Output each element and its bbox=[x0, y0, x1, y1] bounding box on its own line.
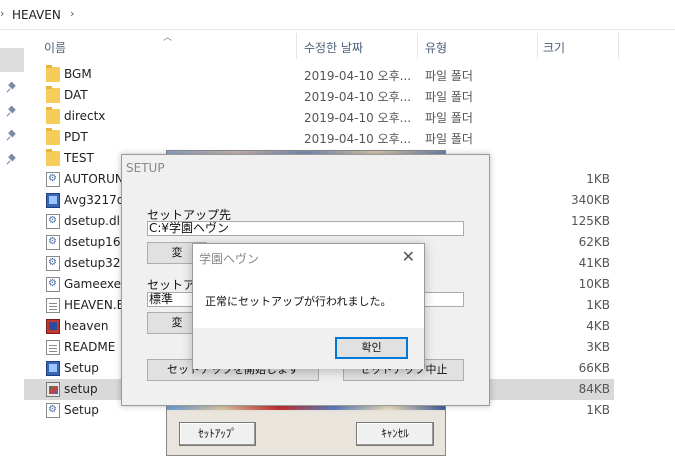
column-header-modified[interactable]: 수정한 날짜 bbox=[304, 39, 363, 56]
folder-icon bbox=[46, 128, 60, 145]
file-name: README bbox=[64, 340, 116, 354]
sort-ascending-icon: ︿ bbox=[163, 33, 173, 43]
message-box: 学園ヘヴン ✕ 正常にセットアップが行われました。 확인 bbox=[192, 243, 425, 369]
file-type: 파일 폴더 bbox=[425, 111, 473, 125]
file-size: 41KB bbox=[578, 256, 610, 270]
column-divider[interactable] bbox=[537, 33, 538, 59]
column-header-name[interactable]: 이름 bbox=[44, 39, 66, 56]
folder-icon bbox=[46, 107, 60, 124]
file-size: 3KB bbox=[586, 340, 610, 354]
file-name: directx bbox=[64, 109, 106, 123]
column-header-size[interactable]: 크기 bbox=[543, 39, 565, 56]
pin-icon bbox=[7, 107, 17, 117]
file-date: 2019-04-10 오후... bbox=[304, 132, 412, 146]
chevron-right-icon: › bbox=[70, 7, 75, 20]
folder-icon bbox=[46, 65, 60, 82]
document-icon bbox=[46, 298, 60, 313]
app-icon bbox=[46, 319, 60, 334]
file-type: 파일 폴더 bbox=[425, 69, 473, 83]
column-header-type[interactable]: 유형 bbox=[425, 39, 447, 56]
address-bar[interactable]: › HEAVEN › bbox=[0, 0, 675, 30]
file-name: AUTORUN bbox=[64, 172, 124, 186]
document-icon bbox=[46, 340, 60, 355]
settings-file-icon bbox=[46, 214, 60, 229]
pin-icon bbox=[7, 131, 17, 141]
setup-icon bbox=[46, 382, 60, 397]
nav-selected-item[interactable] bbox=[0, 48, 24, 72]
file-type: 파일 폴더 bbox=[425, 132, 473, 146]
file-row[interactable]: DAT 2019-04-10 오후... 파일 폴더 bbox=[24, 85, 614, 106]
file-size: 125KB bbox=[570, 214, 610, 228]
folder-icon bbox=[46, 86, 60, 103]
setup-destination-field[interactable]: C:¥学園ヘヴン bbox=[147, 221, 464, 236]
message-box-title: 学園ヘヴン bbox=[199, 252, 260, 266]
file-name: TEST bbox=[64, 151, 94, 165]
file-size: 1KB bbox=[586, 403, 610, 417]
file-size: 66KB bbox=[578, 361, 610, 375]
breadcrumb-folder[interactable]: HEAVEN bbox=[12, 8, 61, 22]
column-divider[interactable] bbox=[417, 33, 418, 59]
file-size: 1KB bbox=[586, 298, 610, 312]
file-name: Gameexe bbox=[64, 277, 122, 291]
launcher-cancel-button[interactable]: ｷｬﾝｾﾙ bbox=[356, 422, 434, 446]
settings-file-icon bbox=[46, 256, 60, 271]
launcher-setup-button[interactable]: ｾｯﾄｱｯﾌﾟ bbox=[179, 422, 256, 446]
navigation-pane bbox=[0, 30, 24, 476]
ok-button[interactable]: 확인 bbox=[335, 337, 408, 359]
exe-icon bbox=[46, 361, 60, 376]
file-name: HEAVEN.EI bbox=[64, 298, 128, 312]
file-date: 2019-04-10 오후... bbox=[304, 69, 412, 83]
file-name: setup bbox=[64, 382, 98, 396]
folder-icon bbox=[46, 149, 60, 166]
file-name: Avg3217d bbox=[64, 193, 125, 207]
file-row[interactable]: BGM 2019-04-10 오후... 파일 폴더 bbox=[24, 64, 614, 85]
file-name: heaven bbox=[64, 319, 109, 333]
file-date: 2019-04-10 오후... bbox=[304, 111, 412, 125]
pin-icon bbox=[7, 155, 17, 165]
settings-file-icon bbox=[46, 403, 60, 418]
chevron-right-icon: › bbox=[0, 7, 5, 20]
file-size: 10KB bbox=[578, 277, 610, 291]
file-date: 2019-04-10 오후... bbox=[304, 90, 412, 104]
file-name: Setup bbox=[64, 361, 99, 375]
file-type: 파일 폴더 bbox=[425, 90, 473, 104]
exe-icon bbox=[46, 193, 60, 208]
settings-file-icon bbox=[46, 277, 60, 292]
setup-dialog-title: SETUP bbox=[126, 161, 165, 175]
column-headers: 이름 수정한 날짜 유형 크기 bbox=[24, 33, 675, 59]
file-row[interactable]: directx 2019-04-10 오후... 파일 폴더 bbox=[24, 106, 614, 127]
file-name: Setup bbox=[64, 403, 99, 417]
pin-icon bbox=[7, 83, 17, 93]
message-box-footer: 확인 bbox=[193, 328, 424, 369]
message-text: 正常にセットアップが行われました。 bbox=[205, 295, 392, 308]
file-name: BGM bbox=[64, 67, 92, 81]
file-size: 1KB bbox=[586, 172, 610, 186]
file-name: PDT bbox=[64, 130, 88, 144]
file-size: 340KB bbox=[570, 193, 610, 207]
file-size: 62KB bbox=[578, 235, 610, 249]
close-icon[interactable]: ✕ bbox=[402, 247, 415, 266]
file-size: 84KB bbox=[578, 382, 610, 396]
file-name: dsetup.dll bbox=[64, 214, 124, 228]
settings-file-icon bbox=[46, 235, 60, 250]
file-name: DAT bbox=[64, 88, 88, 102]
settings-file-icon bbox=[46, 172, 60, 187]
file-size: 4KB bbox=[586, 319, 610, 333]
column-divider[interactable] bbox=[618, 33, 619, 59]
file-row[interactable]: PDT 2019-04-10 오후... 파일 폴더 bbox=[24, 127, 614, 148]
column-divider[interactable] bbox=[296, 33, 297, 59]
